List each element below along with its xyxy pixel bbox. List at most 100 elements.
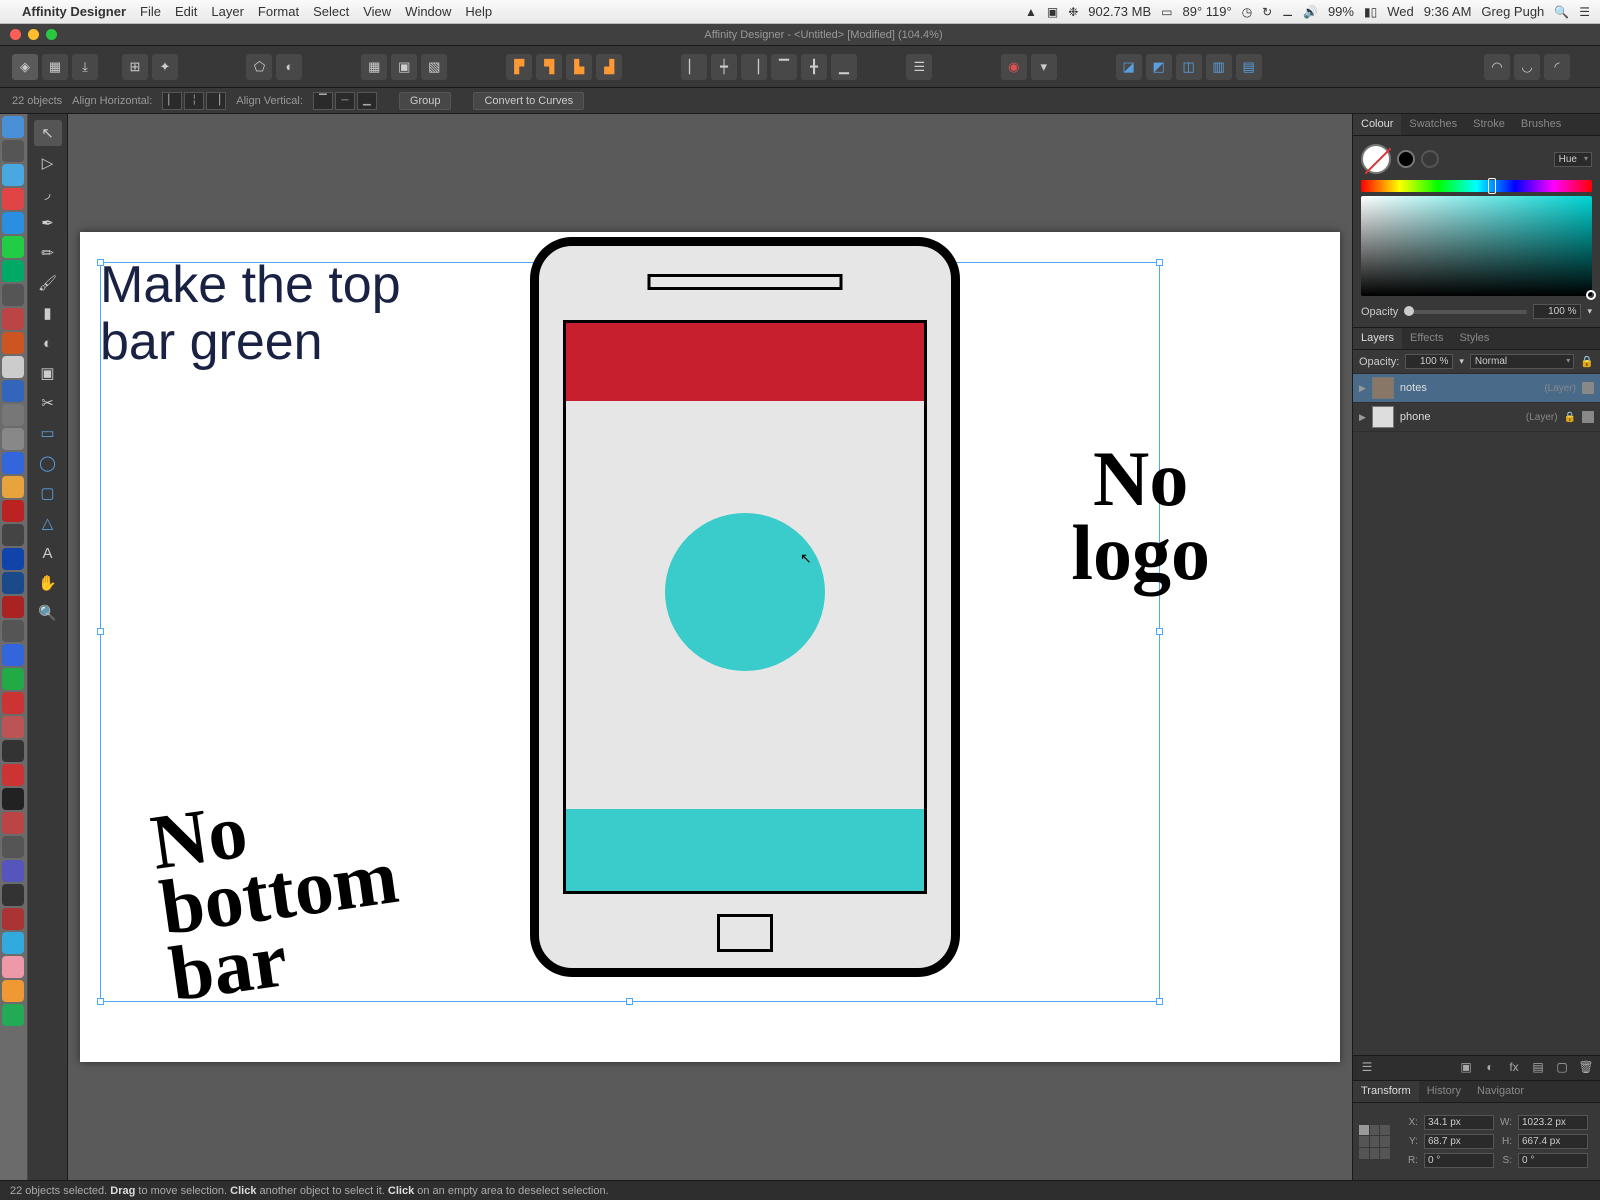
dock-app-icon[interactable] [2,860,24,882]
dock-app-icon[interactable] [2,1004,24,1026]
dock-app-icon[interactable] [2,692,24,714]
boolean-intersect-button[interactable]: ◫ [1176,54,1202,80]
opacity-stepper-icon[interactable]: ▾ [1587,306,1592,317]
layer-name[interactable]: phone [1400,411,1520,423]
insert-target-button[interactable]: ◉ [1001,54,1027,80]
hue-handle[interactable] [1488,178,1496,194]
dock-app-icon[interactable] [2,404,24,426]
tab-transform[interactable]: Transform [1353,1081,1419,1102]
dock-finder-icon[interactable] [2,116,24,138]
rounded-rect-tool[interactable]: ▢ [34,480,62,506]
align-v-bottom-button[interactable]: ▁ [357,92,377,110]
mask-layer-button[interactable]: ▣ [1458,1060,1474,1076]
align-top-button[interactable]: ▔ [771,54,797,80]
pan-tool[interactable]: ✋ [34,570,62,596]
distribute-button[interactable]: ☰ [906,54,932,80]
dock-app-icon[interactable] [2,980,24,1002]
close-window-button[interactable] [10,29,21,40]
pencil-tool[interactable]: ✏ [34,240,62,266]
battery-icon[interactable]: ▮▯ [1364,5,1377,19]
boolean-divide-button[interactable]: ▥ [1206,54,1232,80]
node-tool[interactable]: ▷ [34,150,62,176]
tab-history[interactable]: History [1419,1081,1469,1102]
menu-view[interactable]: View [363,4,391,19]
align-bottom-button[interactable]: ▁ [831,54,857,80]
saturation-box[interactable] [1361,196,1592,296]
tab-brushes[interactable]: Brushes [1513,114,1569,135]
corner-tool[interactable]: ◞ [34,180,62,206]
layer-row-notes[interactable]: ▶ notes (Layer) [1353,374,1600,403]
align-center-button[interactable]: ┿ [711,54,737,80]
add-layer-button[interactable]: ▢ [1554,1060,1570,1076]
tab-layers[interactable]: Layers [1353,328,1402,349]
menu-select[interactable]: Select [313,4,349,19]
dock-app-icon[interactable] [2,836,24,858]
anchor-selector[interactable] [1359,1125,1390,1159]
y-input[interactable] [1424,1134,1494,1149]
hue-slider[interactable] [1361,180,1592,192]
persona-designer-button[interactable]: ◈ [12,54,38,80]
canvas-area[interactable]: Make the top bar green No bottom bar No … [68,114,1352,1180]
menu-edit[interactable]: Edit [175,4,197,19]
menu-help[interactable]: Help [465,4,492,19]
phone-top-bar[interactable] [566,323,924,401]
persona-export-button[interactable]: ⤓ [72,54,98,80]
dock-app-icon[interactable] [2,596,24,618]
swap-colour-button[interactable] [1421,150,1439,168]
align-h-center-button[interactable]: ╎ [184,92,204,110]
menu-format[interactable]: Format [258,4,299,19]
align-v-top-button[interactable]: ▔ [313,92,333,110]
app-name[interactable]: Affinity Designer [22,4,126,19]
spotlight-icon[interactable]: 🔍 [1554,5,1569,19]
stroke-colour-well[interactable] [1397,150,1415,168]
maximize-window-button[interactable] [46,29,57,40]
adjustment-layer-button[interactable]: ◐ [1482,1060,1498,1076]
dock-app-icon[interactable] [2,908,24,930]
stats-icon[interactable]: ❉ [1068,5,1078,19]
x-input[interactable] [1424,1115,1494,1130]
force-pixel-button[interactable]: ▣ [391,54,417,80]
delete-layer-button[interactable]: 🗑 [1578,1060,1594,1076]
opacity-slider[interactable] [1404,310,1527,314]
disclosure-icon[interactable]: ▶ [1359,383,1366,394]
align-right-button[interactable]: ▕ [741,54,767,80]
phone-mockup[interactable] [530,237,960,977]
wifi-icon[interactable]: ⚊ [1282,5,1293,19]
notifications-icon[interactable]: ☰ [1579,5,1590,19]
dock-app-icon[interactable] [2,716,24,738]
dock-app-icon[interactable] [2,428,24,450]
move-pixel-button[interactable]: ▧ [421,54,447,80]
snapping-button[interactable]: ▦ [361,54,387,80]
insert-dropdown-button[interactable]: ▾ [1031,54,1057,80]
layers-stack-icon[interactable]: ☰ [1359,1060,1375,1076]
sync-icon[interactable]: ↻ [1262,5,1272,19]
menu-window[interactable]: Window [405,4,451,19]
move-back-button[interactable]: ▟ [596,54,622,80]
tab-stroke[interactable]: Stroke [1465,114,1513,135]
tab-swatches[interactable]: Swatches [1401,114,1465,135]
rectangle-tool[interactable]: ▭ [34,420,62,446]
dock-app-icon[interactable] [2,308,24,330]
layer-visible-checkbox[interactable] [1582,411,1594,423]
volume-icon[interactable]: 🔊 [1303,5,1318,19]
minimize-window-button[interactable] [28,29,39,40]
boolean-subtract-button[interactable]: ◩ [1146,54,1172,80]
tab-effects[interactable]: Effects [1402,328,1451,349]
lock-icon[interactable]: 🔒 [1580,355,1594,368]
align-v-middle-button[interactable]: ─ [335,92,355,110]
dock-app-icon[interactable] [2,188,24,210]
dock-app-icon[interactable] [2,932,24,954]
opacity-value[interactable]: 100 % [1533,304,1581,319]
phone-bottom-bar[interactable] [566,809,924,891]
dock-app-icon[interactable] [2,524,24,546]
align-h-right-button[interactable]: ▕ [206,92,226,110]
r-input[interactable] [1424,1153,1494,1168]
w-input[interactable] [1518,1115,1588,1130]
align-left-button[interactable]: ▏ [681,54,707,80]
corner-inner-button[interactable]: ◜ [1544,54,1570,80]
dock-app-icon[interactable] [2,812,24,834]
dock-app-icon[interactable] [2,572,24,594]
s-input[interactable] [1518,1153,1588,1168]
group-button[interactable]: Group [399,92,452,110]
dock-app-icon[interactable] [2,644,24,666]
